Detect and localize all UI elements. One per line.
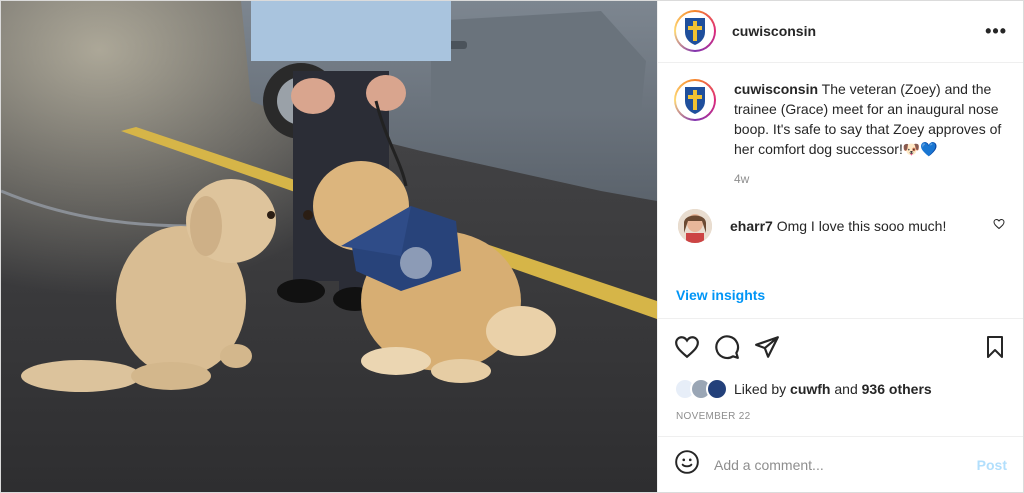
post-photo xyxy=(1,1,657,492)
likes-prefix: Liked by xyxy=(734,380,787,397)
likes-joiner: and xyxy=(834,380,858,397)
emoji-smiley-icon[interactable] xyxy=(674,449,700,480)
likes-others-link[interactable]: 936 others xyxy=(862,381,932,397)
comment-username[interactable]: eharr7 xyxy=(730,218,773,234)
university-logo-icon xyxy=(685,86,705,114)
post-container: cuwisconsin ••• cuwisconsin The veteran … xyxy=(0,0,1024,493)
post-comment-button[interactable]: Post xyxy=(977,457,1007,473)
university-logo-icon xyxy=(685,18,705,46)
comment-input[interactable] xyxy=(714,456,977,473)
post-image[interactable] xyxy=(1,1,657,492)
caption-avatar[interactable] xyxy=(674,78,716,121)
commenter-avatar[interactable] xyxy=(678,208,712,243)
liker-avatar-icon[interactable] xyxy=(706,377,728,400)
more-options-icon[interactable]: ••• xyxy=(985,21,1007,42)
add-comment-bar: Post xyxy=(658,436,1023,492)
save-bookmark-icon[interactable] xyxy=(967,327,1007,367)
comments-section: cuwisconsin The veteran (Zoey) and the t… xyxy=(658,63,1023,272)
caption-age[interactable]: 4w xyxy=(734,169,1007,189)
user-photo-icon xyxy=(678,208,712,243)
view-insights-link[interactable]: View insights xyxy=(658,271,1023,320)
comment-like-heart-icon[interactable] xyxy=(993,217,1005,235)
like-heart-icon[interactable] xyxy=(674,327,714,367)
likes-text: Liked by cuwfh and 936 others xyxy=(734,381,932,397)
post-header: cuwisconsin ••• xyxy=(658,1,1023,63)
comment-text: Omg I love this sooo much! xyxy=(776,217,947,234)
profile-avatar[interactable] xyxy=(674,10,716,53)
caption-username[interactable]: cuwisconsin xyxy=(734,81,818,97)
comment-bubble-icon[interactable] xyxy=(714,327,754,367)
caption: cuwisconsin The veteran (Zoey) and the t… xyxy=(674,78,1007,189)
post-date[interactable]: NOVEMBER 22 xyxy=(658,403,1023,437)
header-username[interactable]: cuwisconsin xyxy=(732,23,816,39)
comment-item: eharr7 Omg I love this sooo much! xyxy=(674,208,1007,243)
share-paper-plane-icon[interactable] xyxy=(754,327,794,367)
likes-summary: Liked by cuwfh and 936 others xyxy=(658,375,1023,403)
post-sidebar: cuwisconsin ••• cuwisconsin The veteran … xyxy=(657,1,1023,492)
action-bar xyxy=(658,319,1023,375)
likes-user-link[interactable]: cuwfh xyxy=(790,381,830,397)
